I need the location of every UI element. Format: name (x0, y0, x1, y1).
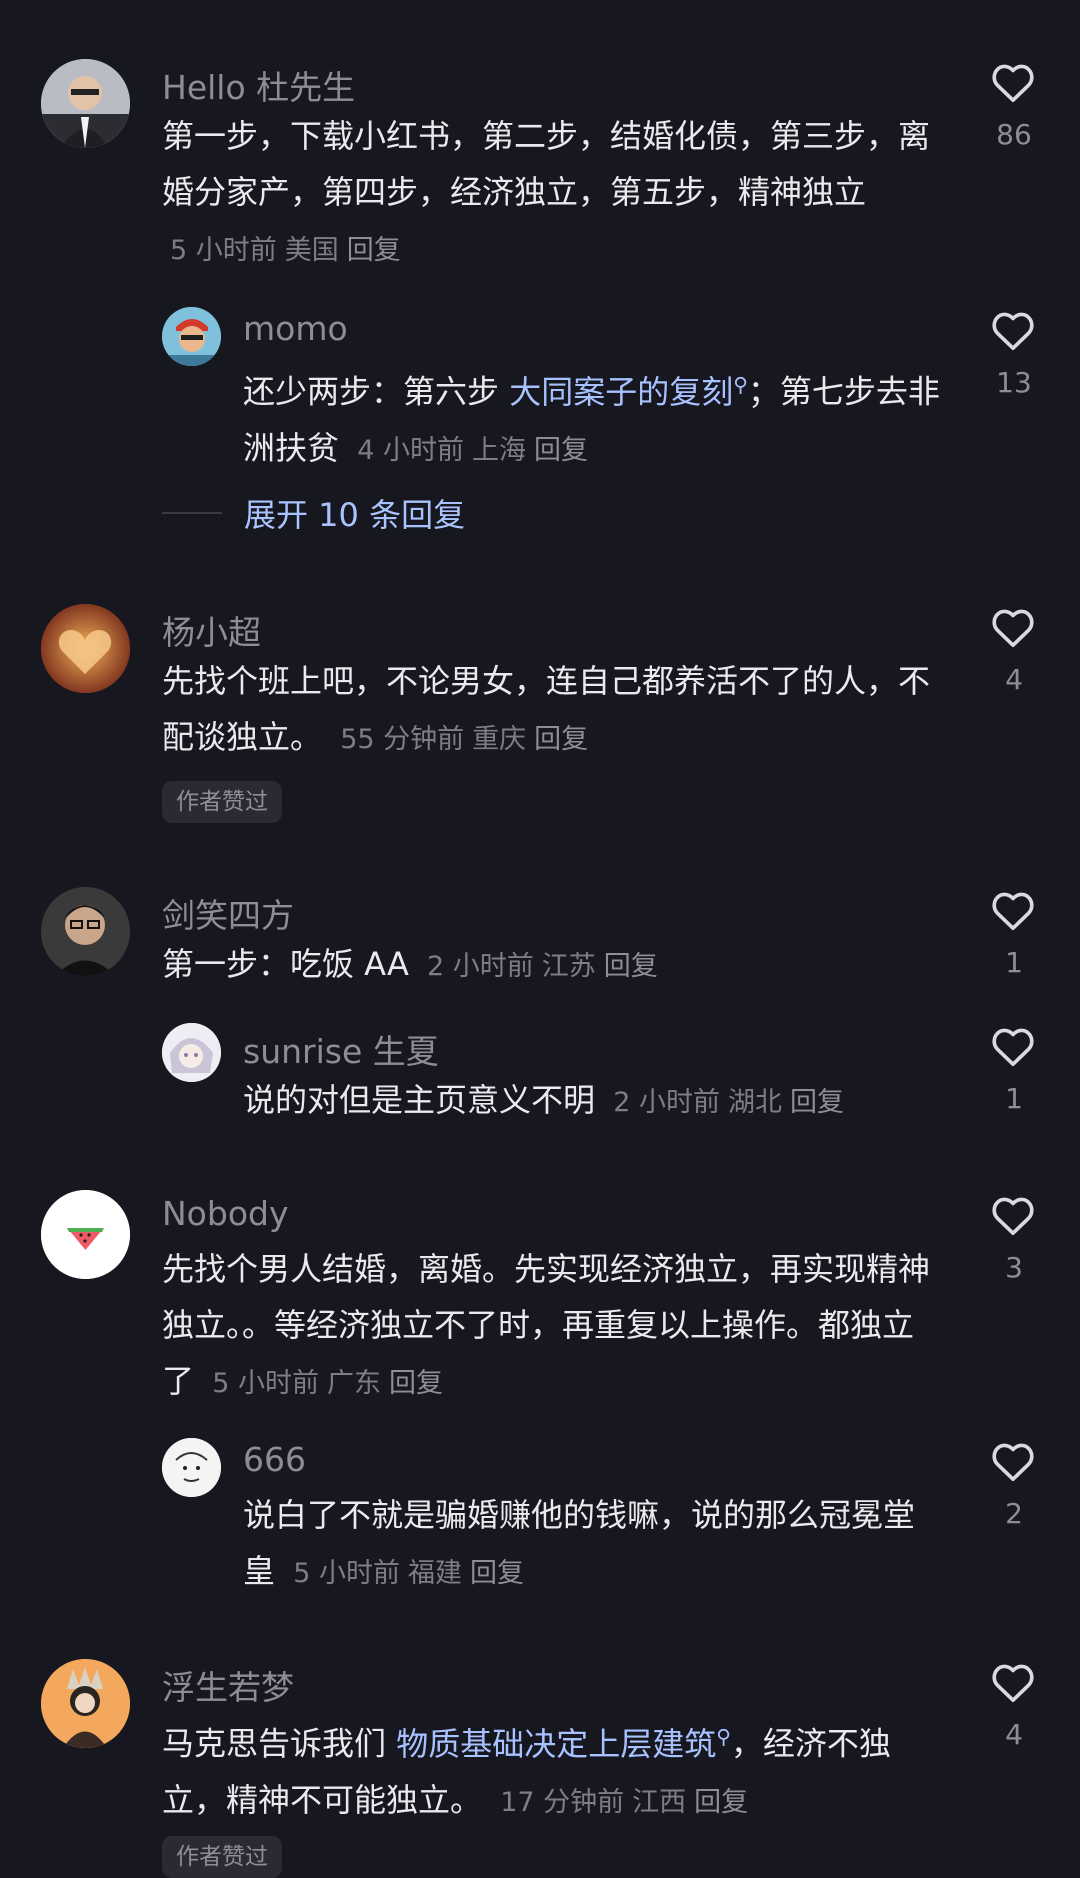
expand-replies-button[interactable]: 展开 10 条回复 (162, 490, 465, 536)
like-button[interactable] (990, 605, 1038, 651)
like-count: 1 (1005, 946, 1023, 979)
comment-time: 4 小时前 (357, 434, 464, 466)
comment-time: 17 分钟前 (500, 1786, 625, 1818)
comment-location: 上海 (471, 434, 526, 466)
reply-button[interactable]: 回复 (470, 1558, 524, 1589)
like-count: 86 (996, 118, 1032, 151)
comment-text: 先找个班上吧，不论男女，连自己都养活不了的人，不配谈独立。 55 分钟前 重庆 回复 (162, 653, 942, 768)
like-count: 3 (1005, 1251, 1023, 1284)
reply-button[interactable]: 回复 (694, 1787, 748, 1818)
author-liked-badge: 作者赞过 (162, 1836, 282, 1878)
username[interactable]: Hello 杜先生 (162, 61, 355, 109)
comment-time: 5 小时前 (293, 1558, 400, 1589)
comment-time: 55 分钟前 (340, 724, 465, 755)
search-link[interactable]: 物质基础决定上层建筑⚲ (396, 1724, 731, 1763)
comment-text: 第一步：吃饭 AA 2 小时前 江苏 回复 (162, 936, 942, 995)
avatar[interactable] (41, 1190, 130, 1279)
username[interactable]: 剑笑四方 (162, 889, 294, 937)
author-liked-badge: 作者赞过 (162, 781, 282, 823)
username[interactable]: Nobody (162, 1194, 289, 1233)
expand-replies-label: 展开 10 条回复 (244, 496, 466, 534)
comment-location: 江西 (632, 1786, 687, 1818)
like-button[interactable] (990, 1193, 1038, 1239)
comment-time: 5 小时前 (212, 1368, 319, 1399)
like-count: 1 (1005, 1082, 1023, 1115)
username[interactable]: 浮生若梦 (162, 1661, 294, 1709)
comment-time: 2 小时前 (613, 1087, 720, 1118)
comment-time: 5 小时前 (170, 235, 277, 266)
like-count: 13 (996, 366, 1032, 399)
comment-text: 说白了不就是骗婚赚他的钱嘛，说的那么冠冕堂皇 5 小时前 福建 回复 (243, 1487, 943, 1602)
reply-button[interactable]: 回复 (389, 1368, 443, 1399)
like-button[interactable] (990, 308, 1038, 354)
comment-content: 说的对但是主页意义不明 (243, 1081, 596, 1119)
reply-button[interactable]: 回复 (790, 1087, 844, 1118)
heart-outline-icon (992, 892, 1034, 931)
like-button[interactable] (990, 888, 1038, 934)
search-mark-icon: ⚲ (716, 1724, 731, 1748)
comment-location: 重庆 (472, 724, 527, 755)
like-count: 2 (1005, 1497, 1023, 1530)
comment-text: 马克思告诉我们 物质基础决定上层建筑⚲，经济不独立，精神不可能独立。 17 分钟… (162, 1708, 942, 1831)
comment-text: 第一步，下载小红书，第二步，结婚化债，第三步，离婚分家产，第四步，经济独立，第五… (162, 108, 942, 279)
comment-location: 美国 (284, 235, 339, 266)
heart-outline-icon (992, 312, 1034, 351)
heart-outline-icon (992, 609, 1034, 648)
search-link[interactable]: 大同案子的复刻⚲ (509, 372, 748, 411)
reply-button[interactable]: 回复 (347, 235, 401, 266)
comment-text: 先找个男人结婚，离婚。先实现经济独立，再实现精神独立。。等经济独立不了时，再重复… (162, 1241, 942, 1412)
like-button[interactable] (990, 1439, 1038, 1485)
comment-location: 江苏 (541, 951, 596, 982)
heart-outline-icon (992, 1443, 1034, 1482)
like-button[interactable] (990, 1024, 1038, 1070)
avatar[interactable] (41, 887, 130, 976)
heart-outline-icon (992, 1028, 1034, 1067)
watermelon-icon (41, 1190, 130, 1279)
search-mark-icon: ⚲ (733, 372, 748, 396)
comment-text: 还少两步：第六步 大同案子的复刻⚲；第七步去非洲扶贫 4 小时前 上海 回复 (243, 356, 943, 479)
avatar[interactable] (41, 1659, 130, 1748)
comment-time: 2 小时前 (427, 951, 534, 982)
reply-button[interactable]: 回复 (534, 724, 588, 755)
divider (162, 512, 222, 514)
comment-location: 广东 (326, 1368, 381, 1399)
comment-text: 说的对但是主页意义不明 2 小时前 湖北 回复 (243, 1072, 943, 1131)
comment-content: 第一步，下载小红书，第二步，结婚化债，第三步，离婚分家产，第四步，经济独立，第五… (162, 117, 931, 211)
avatar[interactable] (41, 604, 130, 693)
username[interactable]: 杨小超 (162, 606, 261, 654)
like-count: 4 (1005, 1718, 1023, 1751)
heart-outline-icon (992, 1197, 1034, 1236)
reply-button[interactable]: 回复 (534, 435, 588, 466)
username[interactable]: momo (243, 309, 348, 348)
heart-outline-icon (992, 1664, 1034, 1703)
like-count: 4 (1005, 663, 1023, 696)
like-button[interactable] (990, 1660, 1038, 1706)
avatar[interactable] (162, 307, 221, 366)
comment-content: 马克思告诉我们 (162, 1724, 397, 1763)
like-button[interactable] (990, 60, 1038, 106)
heart-outline-icon (992, 64, 1034, 103)
comment-location: 湖北 (727, 1087, 782, 1118)
comment-content: 还少两步：第六步 (243, 372, 510, 411)
comment-content: 第一步：吃饭 AA (162, 945, 409, 983)
reply-button[interactable]: 回复 (604, 951, 658, 982)
avatar[interactable] (41, 59, 130, 148)
username[interactable]: 666 (243, 1440, 306, 1479)
avatar[interactable] (162, 1438, 221, 1497)
comment-location: 福建 (407, 1558, 462, 1589)
avatar[interactable] (162, 1023, 221, 1082)
username[interactable]: sunrise 生夏 (243, 1025, 439, 1073)
